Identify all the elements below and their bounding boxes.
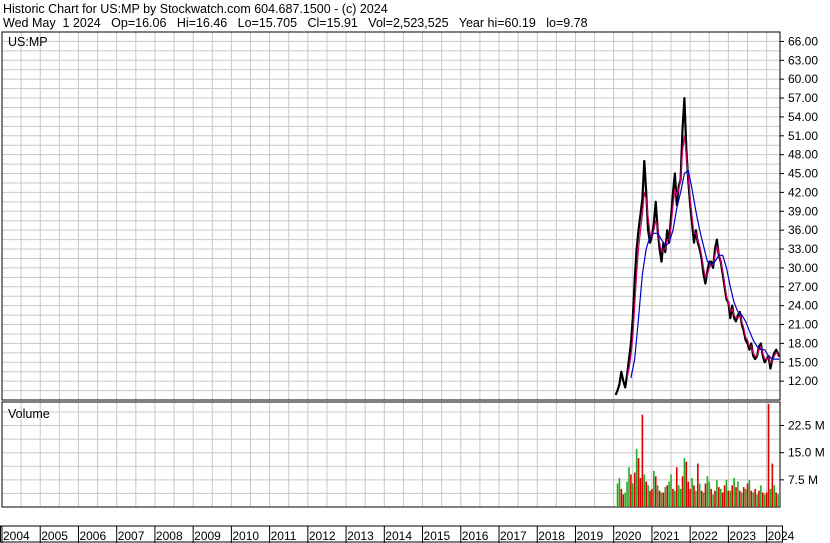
price-y-tick-label: 57.00	[788, 91, 818, 105]
price-y-axis: 66.00 63.00 60.00 57.00 54.00 51.00 48.00 45.00…	[780, 34, 818, 388]
volume-bars	[616, 403, 779, 507]
price-y-tick-label: 42.00	[788, 185, 818, 199]
price-y-tick-label: 66.00	[788, 34, 818, 48]
series-line-ma_short	[626, 135, 780, 379]
price-y-tick-label: 27.00	[788, 280, 818, 294]
price-y-tick-label: 54.00	[788, 110, 818, 124]
x-axis: 2004 2005 2006 2007 2008 2009 2010 2011 2012 2013…	[1, 526, 795, 543]
price-y-tick-label: 39.00	[788, 204, 818, 218]
price-y-tick-label: 51.00	[788, 129, 818, 143]
price-y-tick-label: 24.00	[788, 299, 818, 313]
volume-y-axis: 22.5 M 15.0 M 7.5 M	[780, 419, 825, 487]
price-y-tick-label: 12.00	[788, 374, 818, 388]
x-tick-label: 2007	[118, 529, 145, 543]
price-panel-frame	[1, 31, 781, 401]
x-tick-label: 2008	[156, 529, 183, 543]
series-line-price	[614, 96, 781, 396]
x-tick-label: 2015	[424, 529, 451, 543]
price-y-tick-label: 36.00	[788, 223, 818, 237]
x-tick-label: 2020	[615, 529, 642, 543]
x-tick-label: 2018	[538, 529, 565, 543]
x-tick-label: 2021	[653, 529, 680, 543]
price-y-tick-label: 15.00	[788, 355, 818, 369]
x-tick-label: 2017	[500, 529, 527, 543]
price-y-tick-label: 48.00	[788, 148, 818, 162]
x-tick-label: 2012	[309, 529, 336, 543]
x-tick-label: 2013	[347, 529, 374, 543]
x-tick-label: 2006	[79, 529, 106, 543]
price-grid	[1, 31, 780, 401]
x-tick-label: 2011	[271, 529, 297, 543]
x-tick-label: 2010	[232, 529, 259, 543]
volume-y-tick-label: 15.0 M	[788, 446, 825, 460]
x-tick-label: 2004	[3, 529, 30, 543]
x-tick-label: 2009	[194, 529, 221, 543]
x-tick-label: 2005	[41, 529, 68, 543]
price-y-tick-label: 63.00	[788, 53, 818, 67]
price-y-tick-label: 18.00	[788, 336, 818, 350]
price-panel-label: US:MP	[8, 35, 48, 49]
price-y-tick-label: 33.00	[788, 242, 818, 256]
volume-panel-frame	[1, 401, 781, 508]
price-y-tick-label: 45.00	[788, 167, 818, 181]
price-series	[614, 96, 781, 396]
volume-y-tick-label: 22.5 M	[788, 419, 825, 433]
volume-panel-label: Volume	[8, 407, 50, 421]
price-y-tick-label: 60.00	[788, 72, 818, 86]
historic-chart: 66.00 63.00 60.00 57.00 54.00 51.00 48.00 45.00…	[0, 31, 825, 543]
volume-y-tick-label: 7.5 M	[788, 473, 818, 487]
x-tick-label: 2024	[768, 529, 795, 543]
x-tick-label: 2022	[691, 529, 718, 543]
price-y-tick-label: 21.00	[788, 318, 818, 332]
x-tick-label: 2019	[576, 529, 603, 543]
price-y-tick-label: 30.00	[788, 261, 818, 275]
volume-grid	[1, 402, 780, 508]
x-tick-label: 2016	[462, 529, 489, 543]
x-tick-label: 2023	[729, 529, 756, 543]
x-tick-label: 2014	[385, 529, 412, 543]
